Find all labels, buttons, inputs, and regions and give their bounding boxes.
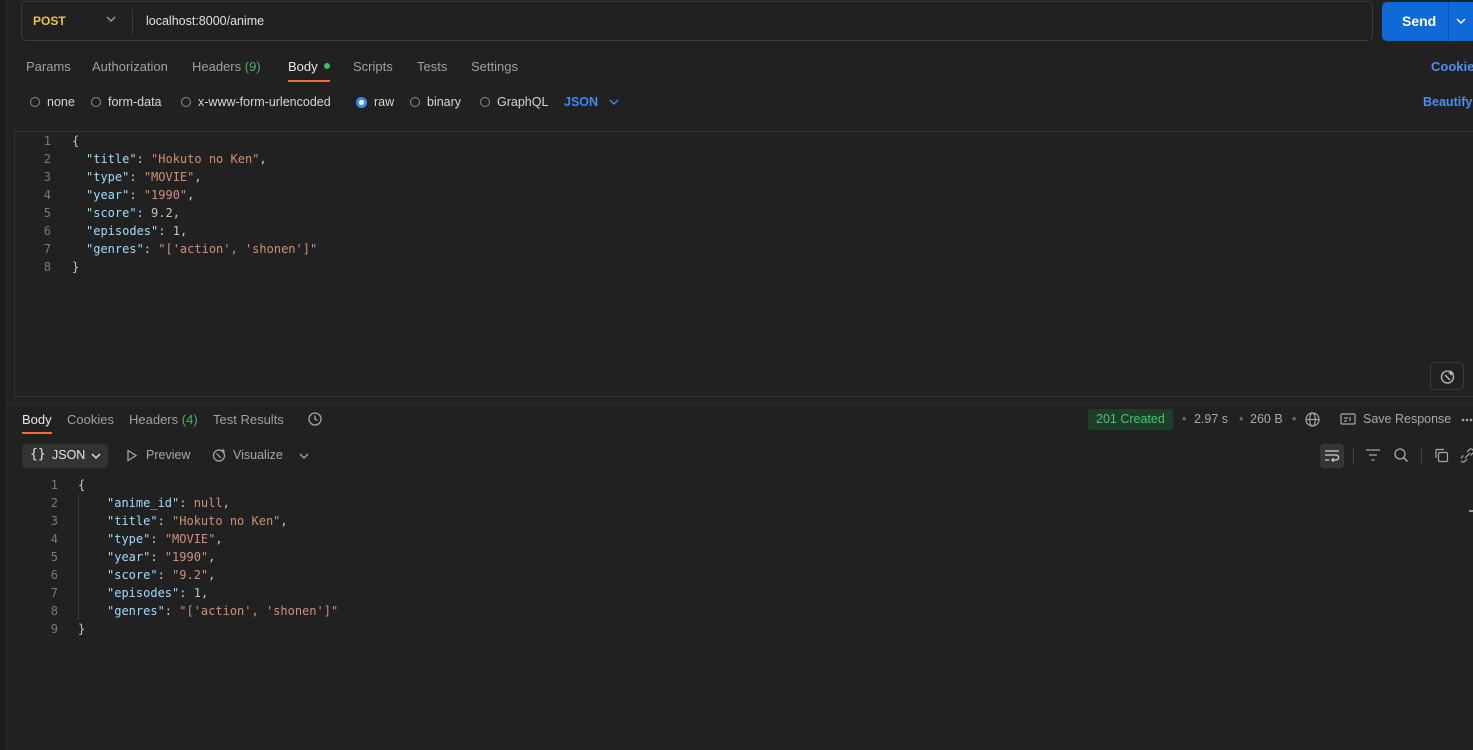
radio-form-data-label: form-data [108, 95, 162, 109]
response-tab-body[interactable]: Body [22, 412, 52, 427]
radio-graphql-label: GraphQL [497, 95, 549, 109]
url-input[interactable]: localhost:8000/anime [146, 14, 264, 28]
filter-icon[interactable] [1365, 448, 1381, 462]
modified-dot-icon [323, 63, 330, 69]
radio-urlencoded[interactable]: x-www-form-urlencoded [181, 95, 331, 109]
method-select[interactable]: POST [33, 14, 66, 28]
status-badge[interactable]: 201 Created [1088, 409, 1173, 430]
visualize-button[interactable]: Visualize [211, 447, 283, 463]
cookies-link[interactable]: Cookies [1431, 59, 1473, 74]
tab-params[interactable]: Params [26, 59, 71, 74]
more-icon[interactable] [1461, 417, 1473, 423]
copy-icon[interactable] [1434, 448, 1449, 463]
tab-body[interactable]: Body [288, 59, 330, 74]
globe-icon[interactable] [1304, 411, 1321, 428]
meta-separator: • [1239, 412, 1244, 426]
radio-none[interactable]: none [30, 95, 75, 109]
chevron-down-icon[interactable] [104, 12, 118, 26]
radio-raw-label: raw [374, 95, 395, 109]
braces-icon: {} [30, 447, 46, 462]
indent-guide [78, 494, 79, 620]
send-button[interactable]: Send [1382, 2, 1473, 41]
radio-circle-icon [30, 97, 40, 107]
panel-divider [6, 403, 1473, 404]
active-response-tab-indicator [22, 432, 52, 434]
chevron-down-icon [91, 453, 101, 459]
response-time[interactable]: 2.97 s [1194, 412, 1228, 426]
response-tab-headers-count: (4) [181, 412, 198, 427]
radio-circle-icon [91, 97, 101, 107]
send-button-label: Send [1402, 13, 1437, 29]
visualize-icon [212, 448, 226, 462]
radio-raw[interactable]: raw [356, 95, 394, 109]
radio-binary-label: binary [427, 95, 462, 109]
scrollbar-marker[interactable] [1469, 510, 1473, 512]
tab-headers[interactable]: Headers (9) [192, 59, 261, 74]
visualize-label: Visualize [233, 448, 283, 462]
toolbar-divider [1353, 448, 1354, 464]
radio-selected-icon [356, 96, 367, 108]
toolbar-divider [1421, 448, 1422, 464]
meta-separator: • [1292, 412, 1297, 426]
response-tab-headers-label: Headers [129, 412, 179, 427]
response-size[interactable]: 260 B [1250, 412, 1283, 426]
raw-format-select[interactable]: JSON [564, 95, 598, 109]
chevron-down-icon[interactable] [298, 450, 310, 462]
tab-authorization[interactable]: Authorization [92, 59, 168, 74]
wrap-lines-icon [1325, 450, 1340, 463]
beautify-button[interactable]: Beautify [1423, 95, 1472, 109]
radio-circle-icon [181, 97, 191, 107]
link-icon[interactable] [1461, 448, 1473, 463]
response-tab-cookies[interactable]: Cookies [67, 412, 114, 427]
url-divider [132, 9, 133, 34]
left-sidebar-edge [0, 0, 7, 750]
save-response-label: Save Response [1363, 412, 1452, 426]
play-icon [127, 448, 138, 462]
meta-separator: • [1182, 412, 1187, 426]
radio-graphql[interactable]: GraphQL [480, 95, 548, 109]
search-icon[interactable] [1393, 447, 1409, 463]
history-icon[interactable] [307, 411, 323, 427]
tab-settings[interactable]: Settings [471, 59, 518, 74]
tab-body-label: Body [288, 59, 318, 74]
preview-label: Preview [146, 448, 191, 462]
response-format-label: JSON [52, 448, 86, 462]
request-url-bar: POST localhost:8000/anime [21, 1, 1373, 41]
chevron-down-icon[interactable] [1454, 14, 1468, 28]
chevron-down-icon[interactable] [608, 96, 620, 108]
save-response-button[interactable]: Save Response [1340, 412, 1451, 426]
wrap-lines-button[interactable] [1320, 444, 1344, 468]
response-format-select[interactable]: {} JSON [22, 444, 108, 468]
radio-form-data[interactable]: form-data [91, 95, 162, 109]
radio-circle-icon [480, 97, 490, 107]
radio-none-label: none [47, 95, 75, 109]
active-tab-indicator [288, 80, 330, 82]
radio-circle-icon [410, 97, 420, 107]
tab-tests[interactable]: Tests [417, 59, 447, 74]
ai-assist-icon [1440, 370, 1455, 384]
send-divider [1448, 2, 1449, 41]
radio-urlencoded-label: x-www-form-urlencoded [198, 95, 331, 109]
response-tab-test-results[interactable]: Test Results [213, 412, 284, 427]
save-response-icon [1340, 413, 1356, 425]
response-tab-headers[interactable]: Headers (4) [129, 412, 198, 427]
tab-headers-count: (9) [244, 59, 261, 74]
radio-binary[interactable]: binary [410, 95, 461, 109]
tab-scripts[interactable]: Scripts [353, 59, 393, 74]
preview-button[interactable]: Preview [126, 448, 190, 462]
request-body-editor[interactable] [14, 131, 1473, 397]
tab-headers-label: Headers [192, 59, 242, 74]
ai-assist-button[interactable] [1430, 362, 1464, 390]
